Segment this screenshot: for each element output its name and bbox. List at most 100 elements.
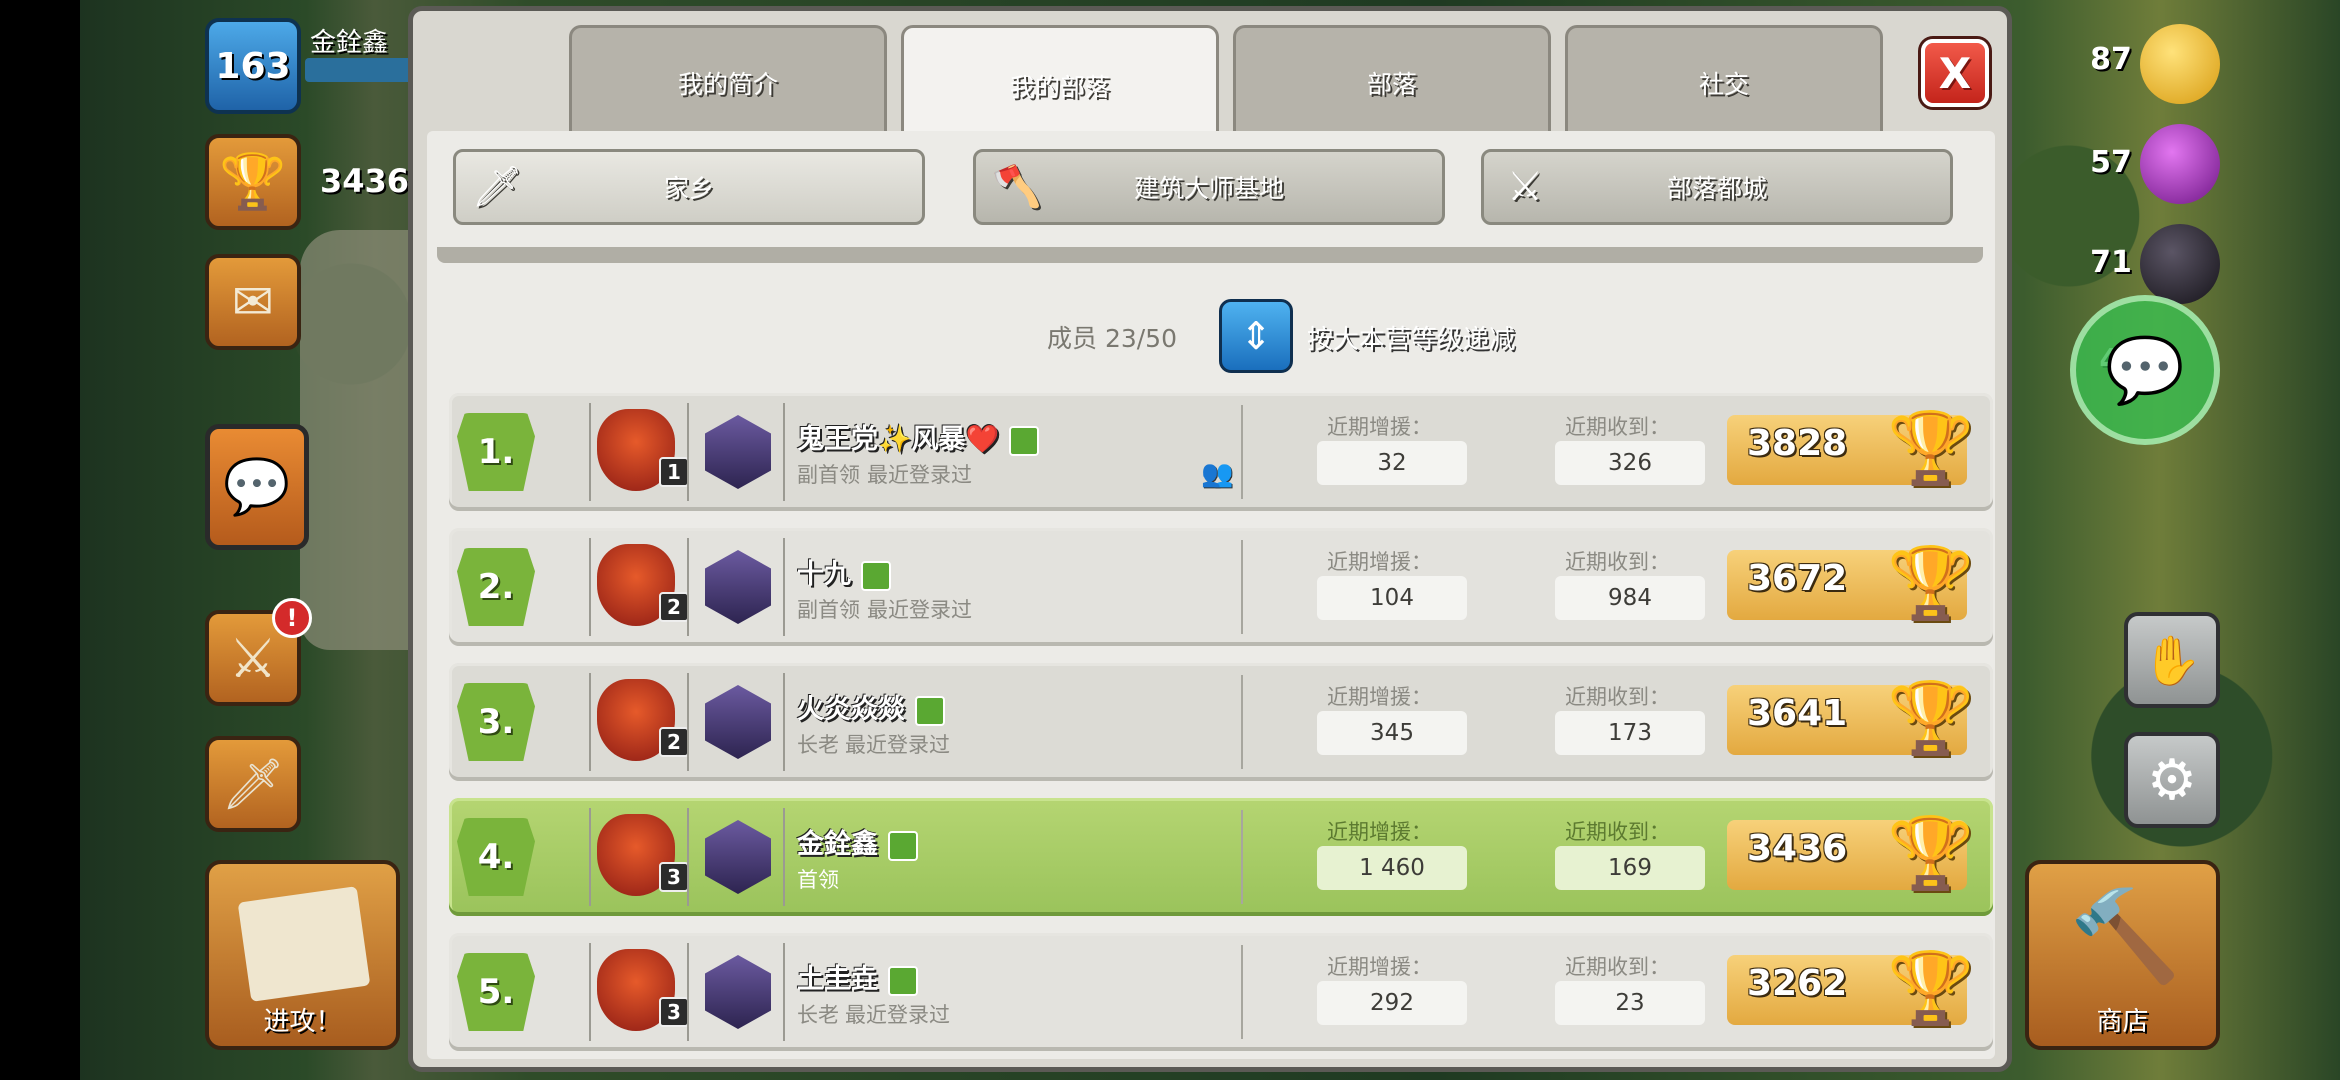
rank-badge: 1.	[457, 413, 535, 491]
league-level: 2	[659, 592, 689, 622]
trophy-box: 3436 🏆	[1727, 812, 1974, 894]
trophy-button[interactable]: 🏆	[205, 134, 301, 230]
shop-button[interactable]: 🔨 商店	[2025, 860, 2220, 1050]
town-hall-icon	[705, 955, 771, 1029]
subtab-clan-capital[interactable]: ⚔ 部落都城	[1481, 149, 1953, 225]
member-row[interactable]: 5. 3 土圭垚 长老 最近登录过 近期增援： 292 近期收到： 23 326…	[449, 933, 1993, 1051]
shop-icon: 🔨	[2069, 884, 2182, 989]
separator	[783, 808, 785, 906]
separator	[687, 943, 689, 1041]
crossed-swords-icon: ⚔	[228, 626, 278, 690]
axes-icon: 🪓	[992, 164, 1042, 210]
tab-my-profile[interactable]: 我的简介	[569, 25, 887, 137]
donated-label: 近期增援：	[1327, 955, 1432, 979]
mail-button[interactable]: ✉	[205, 254, 301, 350]
sort-toggle-button[interactable]: ⇕	[1219, 299, 1293, 373]
builder-icon: 🗡	[221, 754, 285, 813]
member-last-seen: 最近登录过	[845, 733, 950, 757]
close-button[interactable]: X	[1921, 39, 1989, 107]
tab-social[interactable]: 社交	[1565, 25, 1883, 137]
received-value: 984	[1555, 576, 1705, 620]
sword-icon: 🗡	[471, 164, 523, 210]
trophy-icon: 🏆	[1887, 677, 1975, 759]
settings-button[interactable]: ⚙	[2124, 732, 2220, 828]
gear-icon: ⚙	[2146, 747, 2198, 813]
friend-icon: 👥	[1201, 459, 1234, 489]
trophy-icon: 🏆	[1887, 542, 1975, 624]
chat-log-icon	[1009, 425, 1040, 456]
separator	[687, 673, 689, 771]
league-level: 3	[659, 862, 689, 892]
member-name: 鬼王党✨风暴❤️	[797, 424, 1000, 455]
member-trophies: 3436	[1747, 828, 1848, 869]
trophy-box: 3672 🏆	[1727, 542, 1974, 624]
trophy-icon: 🏆	[219, 150, 287, 213]
subtab-clan-capital-label: 部落都城	[1666, 174, 1767, 203]
rank-badge: 2.	[457, 548, 535, 626]
chat-button[interactable]: 💬	[205, 424, 309, 550]
member-row-self[interactable]: 4. 3 金銓鑫 首领 近期增援： 1 460 近期收到： 169 3436 🏆	[449, 798, 1993, 916]
sort-label[interactable]: 按大本营等级递减	[1307, 319, 1515, 356]
attack-button[interactable]: 进攻！	[205, 860, 400, 1050]
town-hall-icon	[705, 685, 771, 759]
member-name: 土圭垚	[797, 964, 878, 995]
player-level-badge[interactable]: 163	[205, 18, 301, 114]
received-label: 近期收到：	[1565, 415, 1670, 439]
member-row[interactable]: 1. 1 鬼王党✨风暴❤️ 副首领 最近登录过 👥 近期增援： 32 近期收到：…	[449, 393, 1993, 511]
rank-badge: 5.	[457, 953, 535, 1031]
donated-value: 32	[1317, 441, 1467, 485]
subtab-builder-base[interactable]: 🪓 建筑大师基地	[973, 149, 1445, 225]
member-name: 火炎焱燚	[797, 694, 905, 725]
member-trophies: 3828	[1747, 423, 1848, 464]
subtab-home-village[interactable]: 🗡 家乡	[453, 149, 925, 225]
separator	[687, 808, 689, 906]
envelope-icon: ✉	[232, 273, 274, 331]
member-role: 长老	[797, 733, 839, 757]
member-name-wrap: 火炎焱燚	[797, 687, 945, 726]
trophy-icon: 🏆	[1887, 812, 1975, 894]
received-label: 近期收到：	[1565, 550, 1670, 574]
separator	[783, 943, 785, 1041]
builder-button[interactable]: 🗡	[205, 736, 301, 832]
member-count: 成员 23/50	[1047, 324, 1177, 353]
received-value: 173	[1555, 711, 1705, 755]
separator	[687, 403, 689, 501]
donated-label: 近期增援：	[1327, 685, 1432, 709]
hand-arrows-icon: ✋	[2142, 632, 2202, 689]
member-name-wrap: 金銓鑫	[797, 822, 918, 861]
edit-layout-button[interactable]: ✋	[2124, 612, 2220, 708]
separator	[783, 538, 785, 636]
member-last-seen: 最近登录过	[867, 463, 972, 487]
received-value: 23	[1555, 981, 1705, 1025]
donated-value: 104	[1317, 576, 1467, 620]
dark-elixir-drop-icon	[2140, 224, 2220, 304]
league-level: 3	[659, 997, 689, 1027]
received-label: 近期收到：	[1565, 955, 1670, 979]
trophy-icon: 🏆	[1887, 947, 1975, 1029]
chat-log-icon	[861, 560, 891, 591]
member-row[interactable]: 3. 2 火炎焱燚 长老 最近登录过 近期增援： 345 近期收到： 173 3…	[449, 663, 1993, 781]
chat-log-icon	[888, 965, 918, 996]
received-value: 169	[1555, 846, 1705, 890]
divider	[437, 247, 1983, 263]
separator	[1241, 810, 1243, 904]
league-level: 1	[659, 457, 689, 487]
member-last-seen: 最近登录过	[845, 1003, 950, 1027]
member-name: 金銓鑫	[797, 829, 878, 860]
attack-label: 进攻！	[263, 1007, 342, 1037]
tab-clans[interactable]: 部落	[1233, 25, 1551, 137]
member-trophies: 3641	[1747, 693, 1848, 734]
trophy-icon: 🏆	[1887, 407, 1975, 489]
member-row[interactable]: 2. 2 十九 副首领 最近登录过 近期增援： 104 近期收到： 984 36…	[449, 528, 1993, 646]
separator	[1241, 405, 1243, 499]
trophy-box: 3828 🏆	[1727, 407, 1974, 489]
league-level: 2	[659, 727, 689, 757]
member-name-wrap: 鬼王党✨风暴❤️	[797, 417, 1040, 456]
elixir-drop-icon	[2140, 124, 2220, 204]
wechat-float-button[interactable]: 💬	[2070, 295, 2220, 445]
chat-log-icon	[915, 695, 945, 726]
clan-panel: 我的简介 我的部落 部落 社交 X 🗡 家乡 🪓 建筑大师基地 ⚔ 部落都城 成…	[408, 6, 2012, 1072]
separator	[589, 808, 591, 906]
tab-my-clan[interactable]: 我的部落	[901, 25, 1219, 143]
donated-value: 345	[1317, 711, 1467, 755]
